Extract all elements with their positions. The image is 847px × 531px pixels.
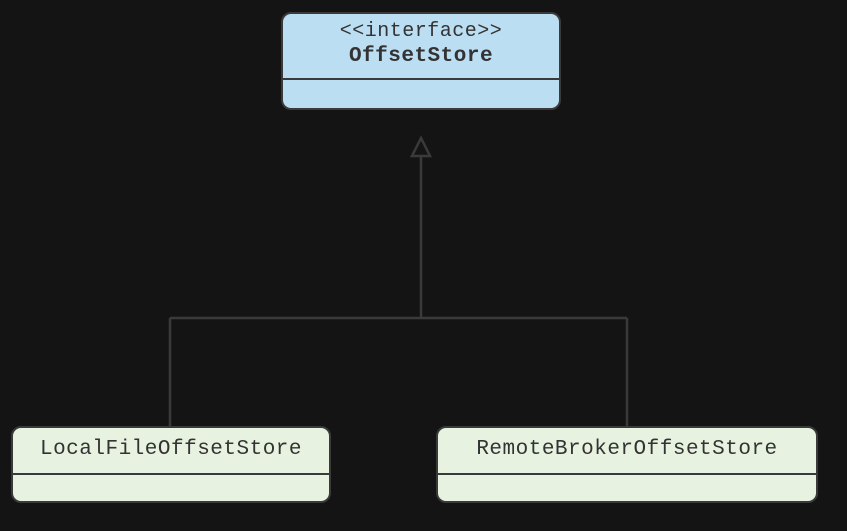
uml-interface-name: OffsetStore	[295, 45, 547, 68]
uml-box-body	[283, 80, 559, 108]
uml-class-name: RemoteBrokerOffsetStore	[438, 428, 816, 475]
uml-class-remotebrokeroffsetstore: RemoteBrokerOffsetStore	[436, 426, 818, 503]
uml-stereotype: <<interface>>	[295, 20, 547, 43]
uml-box-body	[438, 475, 816, 501]
uml-interface-offsetstore: <<interface>> OffsetStore	[281, 12, 561, 110]
uml-box-title: <<interface>> OffsetStore	[283, 14, 559, 80]
uml-class-name: LocalFileOffsetStore	[13, 428, 329, 475]
uml-class-localfileoffsetstore: LocalFileOffsetStore	[11, 426, 331, 503]
uml-box-body	[13, 475, 329, 501]
